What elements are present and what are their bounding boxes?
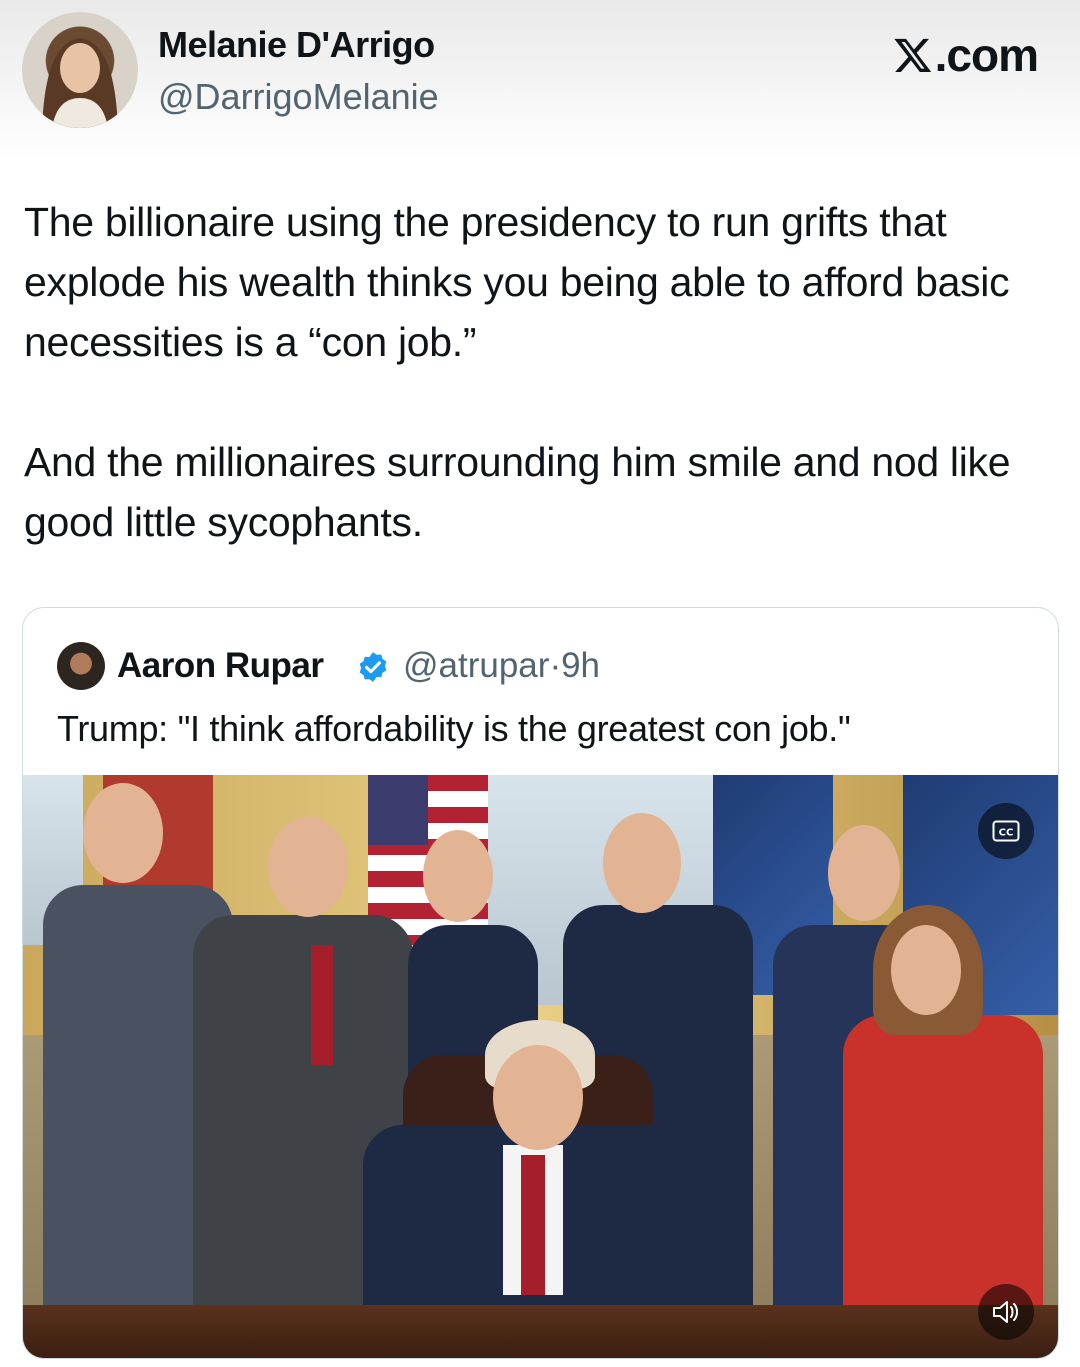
tweet-paragraph-1: The billionaire using the presidency to … bbox=[24, 199, 1010, 365]
quoted-video[interactable]: CC bbox=[23, 775, 1058, 1358]
person-left-head bbox=[83, 783, 163, 883]
person-3-head bbox=[423, 830, 493, 922]
resolute-desk bbox=[23, 1305, 1058, 1358]
quoted-tweet-text: Trump: "I think affordability is the gre… bbox=[57, 708, 851, 749]
person-6-head bbox=[891, 925, 961, 1015]
quoted-tweet-time[interactable]: 9h bbox=[561, 646, 600, 685]
quoted-tweet-card[interactable]: Aaron Rupar @atrupar·9h Trump: "I think … bbox=[22, 607, 1059, 1359]
meta-separator: · bbox=[549, 646, 562, 685]
brand-domain-label: .com bbox=[934, 29, 1039, 81]
seated-person-head bbox=[493, 1045, 583, 1150]
x-logo-icon bbox=[893, 38, 931, 72]
author-handle[interactable]: @DarrigoMelanie bbox=[158, 76, 439, 118]
author-display-name[interactable]: Melanie D'Arrigo bbox=[158, 24, 435, 66]
quoted-author-handle[interactable]: @atrupar bbox=[403, 646, 549, 685]
verified-badge-icon bbox=[359, 652, 387, 682]
speaker-icon bbox=[993, 1301, 1018, 1323]
closed-captions-icon: CC bbox=[992, 820, 1020, 842]
author-avatar[interactable] bbox=[22, 12, 138, 128]
volume-button[interactable] bbox=[978, 1284, 1034, 1340]
x-com-brand: .com bbox=[893, 28, 1039, 82]
person-2-head bbox=[268, 817, 348, 917]
quoted-author-display-name[interactable]: Aaron Rupar bbox=[117, 646, 324, 686]
person-4-head bbox=[603, 813, 681, 913]
person-5-head bbox=[828, 825, 900, 921]
closed-captions-button[interactable]: CC bbox=[978, 803, 1034, 859]
person-2-tie bbox=[311, 945, 333, 1065]
svg-text:CC: CC bbox=[999, 828, 1014, 839]
us-flag-canton bbox=[368, 775, 428, 845]
quoted-tweet-meta: @atrupar·9h bbox=[403, 646, 600, 686]
tweet-body: The billionaire using the presidency to … bbox=[24, 192, 1064, 552]
seated-person-tie bbox=[521, 1155, 545, 1295]
quoted-author-avatar[interactable] bbox=[57, 642, 105, 690]
tweet-paragraph-2: And the millionaires surrounding him smi… bbox=[24, 439, 1011, 545]
